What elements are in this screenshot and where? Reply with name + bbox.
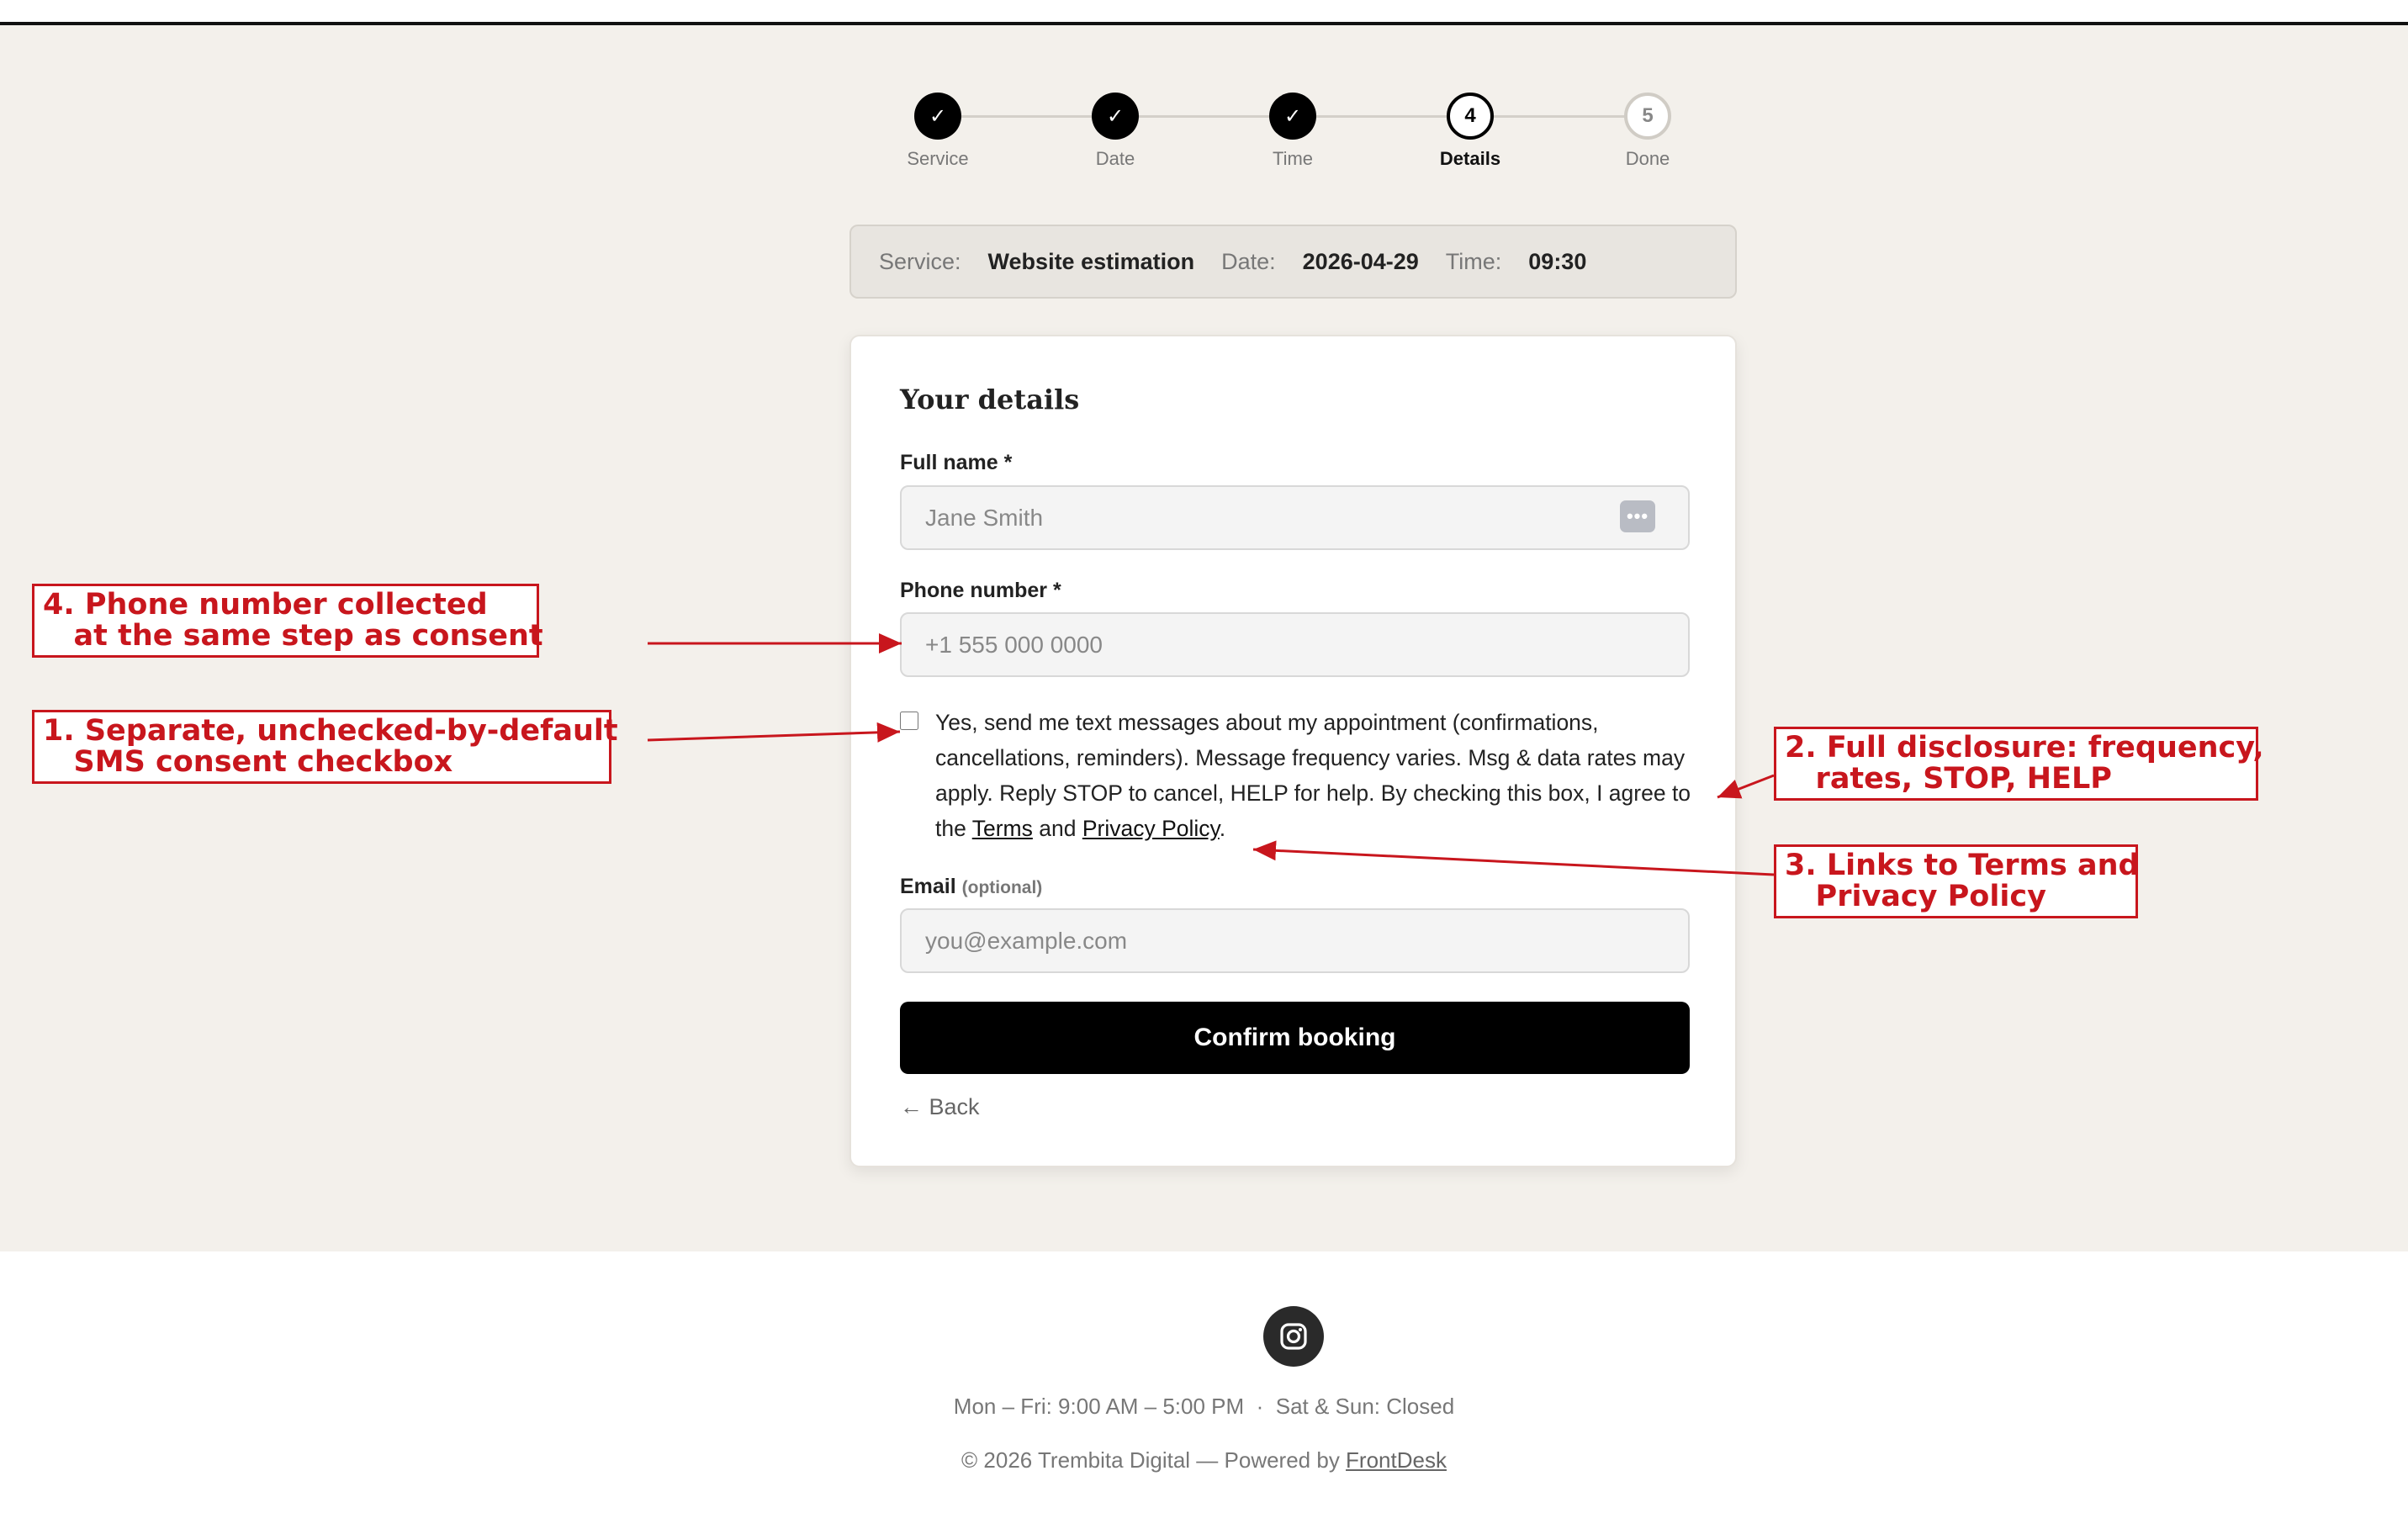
back-link[interactable]: ← Back <box>900 1094 980 1120</box>
step-check-icon: ✓ <box>1269 93 1316 140</box>
progress-stepper: ✓ Service ✓ Date ✓ Time 4 Details 5 Done <box>0 0 2408 185</box>
summary-service-value: Website estimation <box>987 248 1195 274</box>
step-label: Details <box>1439 148 1501 169</box>
email-optional-note: (optional) <box>961 878 1043 897</box>
full-name-label: Full name * <box>900 451 1013 474</box>
privacy-policy-link[interactable]: Privacy Policy <box>1082 816 1220 841</box>
phone-label: Phone number * <box>900 579 1061 602</box>
autofill-icon[interactable]: ••• <box>1620 500 1655 532</box>
step-connector <box>1293 115 1470 118</box>
email-label: Email (optional) <box>900 875 1042 899</box>
annotation-full-disclosure: 2. Full disclosure: frequency, rates, ST… <box>1774 727 2264 801</box>
sms-consent-checkbox[interactable] <box>900 712 918 730</box>
instagram-icon[interactable] <box>1263 1306 1324 1367</box>
full-name-input[interactable] <box>900 485 1690 550</box>
sms-consent-end: . <box>1219 816 1226 841</box>
copyright-text: © 2026 Trembita Digital — Powered by <box>961 1447 1347 1473</box>
sms-consent-and: and <box>1032 816 1082 841</box>
step-check-icon: ✓ <box>1092 93 1139 140</box>
summary-date-value: 2026-04-29 <box>1302 248 1419 274</box>
footer-copyright: © 2026 Trembita Digital — Powered by Fro… <box>0 1447 2408 1473</box>
step-connector <box>1470 115 1648 118</box>
annotation-phone-step: 4. Phone number collected at the same st… <box>32 584 543 658</box>
step-label: Done <box>1625 148 1670 169</box>
business-hours: Mon – Fri: 9:00 AM – 5:00 PM · Sat & Sun… <box>953 1394 1455 1419</box>
summary-time-key: Time: <box>1445 248 1502 274</box>
step-label: Service <box>907 148 969 169</box>
frontdesk-link[interactable]: FrontDesk <box>1346 1447 1447 1473</box>
phone-input[interactable] <box>900 612 1690 677</box>
step-label: Time <box>1272 148 1314 169</box>
confirm-booking-button[interactable]: Confirm booking <box>900 1002 1690 1074</box>
summary-service-key: Service: <box>879 248 961 274</box>
card-title: Your details <box>900 384 1080 415</box>
instagram-glyph <box>1280 1323 1307 1350</box>
step-label: Date <box>1095 148 1135 169</box>
step-number: 4 <box>1447 93 1494 140</box>
step-connector <box>938 115 1115 118</box>
sms-consent-text: Yes, send me text messages about my appo… <box>935 705 1701 846</box>
step-check-icon: ✓ <box>914 93 961 140</box>
annotation-terms-links: 3. Links to Terms and Privacy Policy <box>1774 844 2140 918</box>
summary-time-value: 09:30 <box>1528 248 1587 274</box>
step-number: 5 <box>1624 93 1671 140</box>
email-input[interactable] <box>900 908 1690 973</box>
summary-date-key: Date: <box>1221 248 1276 274</box>
email-label-text: Email <box>900 875 956 898</box>
annotation-separate-checkbox: 1. Separate, unchecked-by-default SMS co… <box>32 710 618 784</box>
details-card: Your details Full name * ••• Phone numbe… <box>849 335 1737 1167</box>
terms-link[interactable]: Terms <box>972 816 1033 841</box>
booking-summary: Service: Website estimation Date: 2026-0… <box>849 225 1737 299</box>
step-connector <box>1115 115 1293 118</box>
